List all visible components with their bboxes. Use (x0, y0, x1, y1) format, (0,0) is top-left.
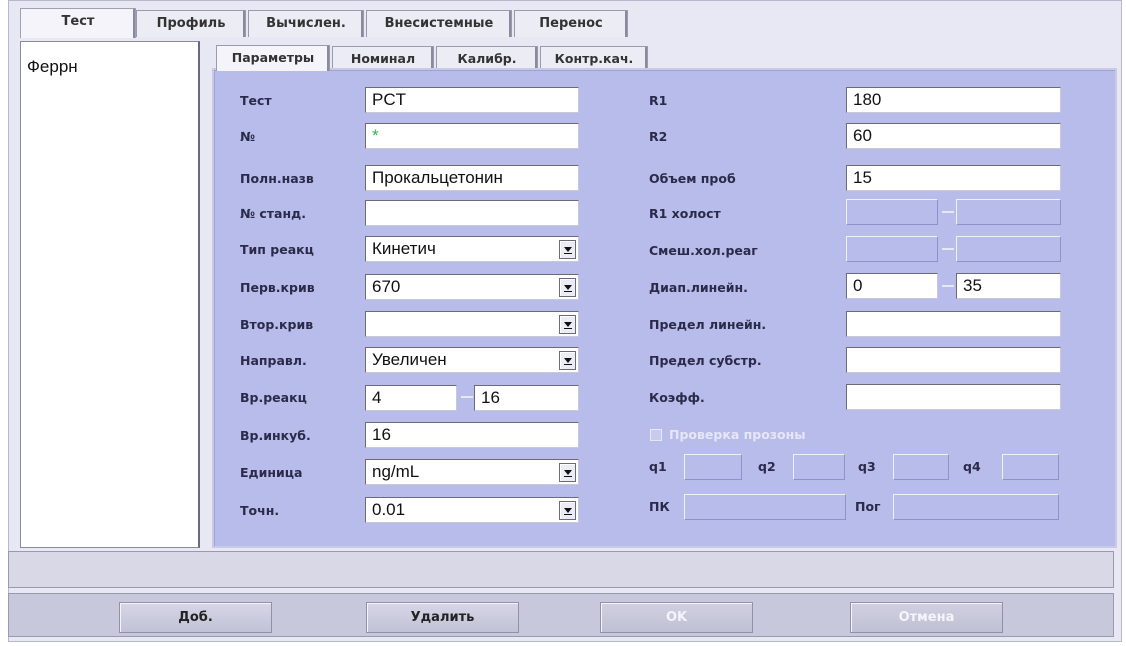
unit-value: ng/mL (372, 462, 420, 481)
label-direction: Направл. (240, 353, 307, 368)
dropdown-arrow-icon[interactable] (559, 315, 576, 334)
q3-field[interactable] (893, 454, 949, 480)
precision-value: 0.01 (372, 500, 406, 519)
range-dash (942, 248, 954, 250)
linear-range-to[interactable]: 35 (956, 273, 1061, 299)
label-first-curve: Перв.крив (240, 280, 315, 295)
first-curve-select[interactable]: 670 (365, 274, 579, 300)
tab-parameters[interactable]: Параметры (216, 45, 330, 71)
delete-button[interactable]: Удалить (366, 602, 519, 633)
mixed-blank-from[interactable] (846, 236, 938, 262)
range-dash (461, 396, 473, 398)
add-button[interactable]: Доб. (119, 602, 272, 633)
label-test: Тест (240, 93, 272, 108)
label-reaction-time: Вр.реакц (240, 390, 307, 405)
label-unit: Единица (240, 465, 303, 480)
label-mixed-blank: Смеш.хол.реаг (649, 243, 758, 258)
status-bar (8, 551, 1114, 588)
reaction-type-value: Кинетич (372, 239, 436, 258)
por-field[interactable] (893, 494, 1059, 520)
tab-calculated[interactable]: Вычислен. (248, 10, 364, 37)
label-linear-range: Диап.линейн. (649, 280, 748, 295)
tab-nominal[interactable]: Номинал (332, 46, 434, 70)
range-dash (942, 285, 954, 287)
direction-select[interactable]: Увеличен (365, 347, 579, 373)
label-q4: q4 (963, 459, 981, 474)
label-q2: q2 (758, 459, 776, 474)
label-q3: q3 (858, 459, 876, 474)
r2-field[interactable]: 60 (846, 123, 1061, 149)
r1-blank-to[interactable] (956, 199, 1061, 225)
incubation-time-field[interactable]: 16 (365, 422, 579, 448)
label-coefficient: Коэфф. (649, 390, 705, 405)
dropdown-arrow-icon[interactable] (559, 351, 576, 370)
second-curve-select[interactable] (365, 311, 579, 337)
r1-field[interactable]: 180 (846, 87, 1061, 113)
label-por: Пог (855, 499, 881, 514)
tab-calibration[interactable]: Калибр. (436, 46, 538, 70)
label-full-name: Полн.назв (240, 171, 314, 186)
tab-transfer[interactable]: Перенос (514, 10, 628, 37)
label-incubation-time: Вр.инкуб. (240, 428, 311, 443)
r1-blank-from[interactable] (846, 199, 938, 225)
reaction-time-to[interactable]: 16 (474, 385, 579, 411)
reaction-time-from[interactable]: 4 (365, 385, 457, 411)
label-r1: R1 (649, 93, 668, 108)
number-field[interactable]: * (365, 123, 579, 149)
q1-field[interactable] (684, 454, 742, 480)
cancel-button[interactable]: Отмена (850, 602, 1003, 633)
label-reaction-type: Тип реакц (240, 242, 314, 257)
pk-field[interactable] (684, 494, 846, 520)
dropdown-arrow-icon[interactable] (559, 501, 576, 520)
tab-external[interactable]: Внесистемные (366, 10, 512, 37)
linear-range-from[interactable]: 0 (846, 273, 938, 299)
label-linear-limit: Предел линейн. (649, 317, 767, 332)
tab-test[interactable]: Тест (20, 8, 136, 38)
precision-select[interactable]: 0.01 (365, 497, 579, 523)
test-code-field[interactable]: PCT (365, 87, 579, 113)
prozone-checkbox[interactable] (650, 429, 662, 441)
unit-select[interactable]: ng/mL (365, 459, 579, 485)
label-std-number: № станд. (240, 206, 306, 221)
first-curve-value: 670 (372, 277, 401, 296)
q4-field[interactable] (1002, 454, 1059, 480)
substrate-limit-field[interactable] (846, 347, 1061, 373)
q2-field[interactable] (793, 454, 845, 480)
direction-value: Увеличен (372, 350, 447, 369)
label-r1-blank: R1 холост (649, 206, 721, 221)
coefficient-field[interactable] (846, 384, 1061, 410)
required-star: * (372, 126, 379, 145)
label-q1: q1 (649, 459, 667, 474)
std-number-field[interactable] (365, 200, 579, 226)
dropdown-arrow-icon[interactable] (559, 240, 576, 259)
list-item[interactable]: Феррн (27, 57, 78, 77)
ok-button[interactable]: OK (600, 602, 753, 633)
test-list[interactable]: Феррн (20, 41, 200, 548)
label-number: № (240, 129, 256, 144)
reaction-type-select[interactable]: Кинетич (365, 236, 579, 262)
label-second-curve: Втор.крив (240, 317, 314, 332)
label-r2: R2 (649, 129, 668, 144)
range-dash (942, 211, 954, 213)
label-pk: ПК (649, 499, 670, 514)
sample-volume-field[interactable]: 15 (846, 165, 1061, 191)
mixed-blank-to[interactable] (956, 236, 1061, 262)
tab-quality-control[interactable]: Контр.кач. (540, 46, 648, 70)
dropdown-arrow-icon[interactable] (559, 278, 576, 297)
linear-limit-field[interactable] (846, 311, 1061, 337)
tab-profile[interactable]: Профиль (136, 10, 246, 37)
dropdown-arrow-icon[interactable] (559, 463, 576, 482)
label-substrate-limit: Предел субстр. (649, 353, 762, 368)
label-prozone: Проверка прозоны (669, 427, 806, 442)
label-precision: Точн. (240, 503, 280, 518)
full-name-field[interactable]: Прокальцетонин (365, 165, 579, 191)
label-sample-volume: Объем проб (649, 171, 736, 186)
